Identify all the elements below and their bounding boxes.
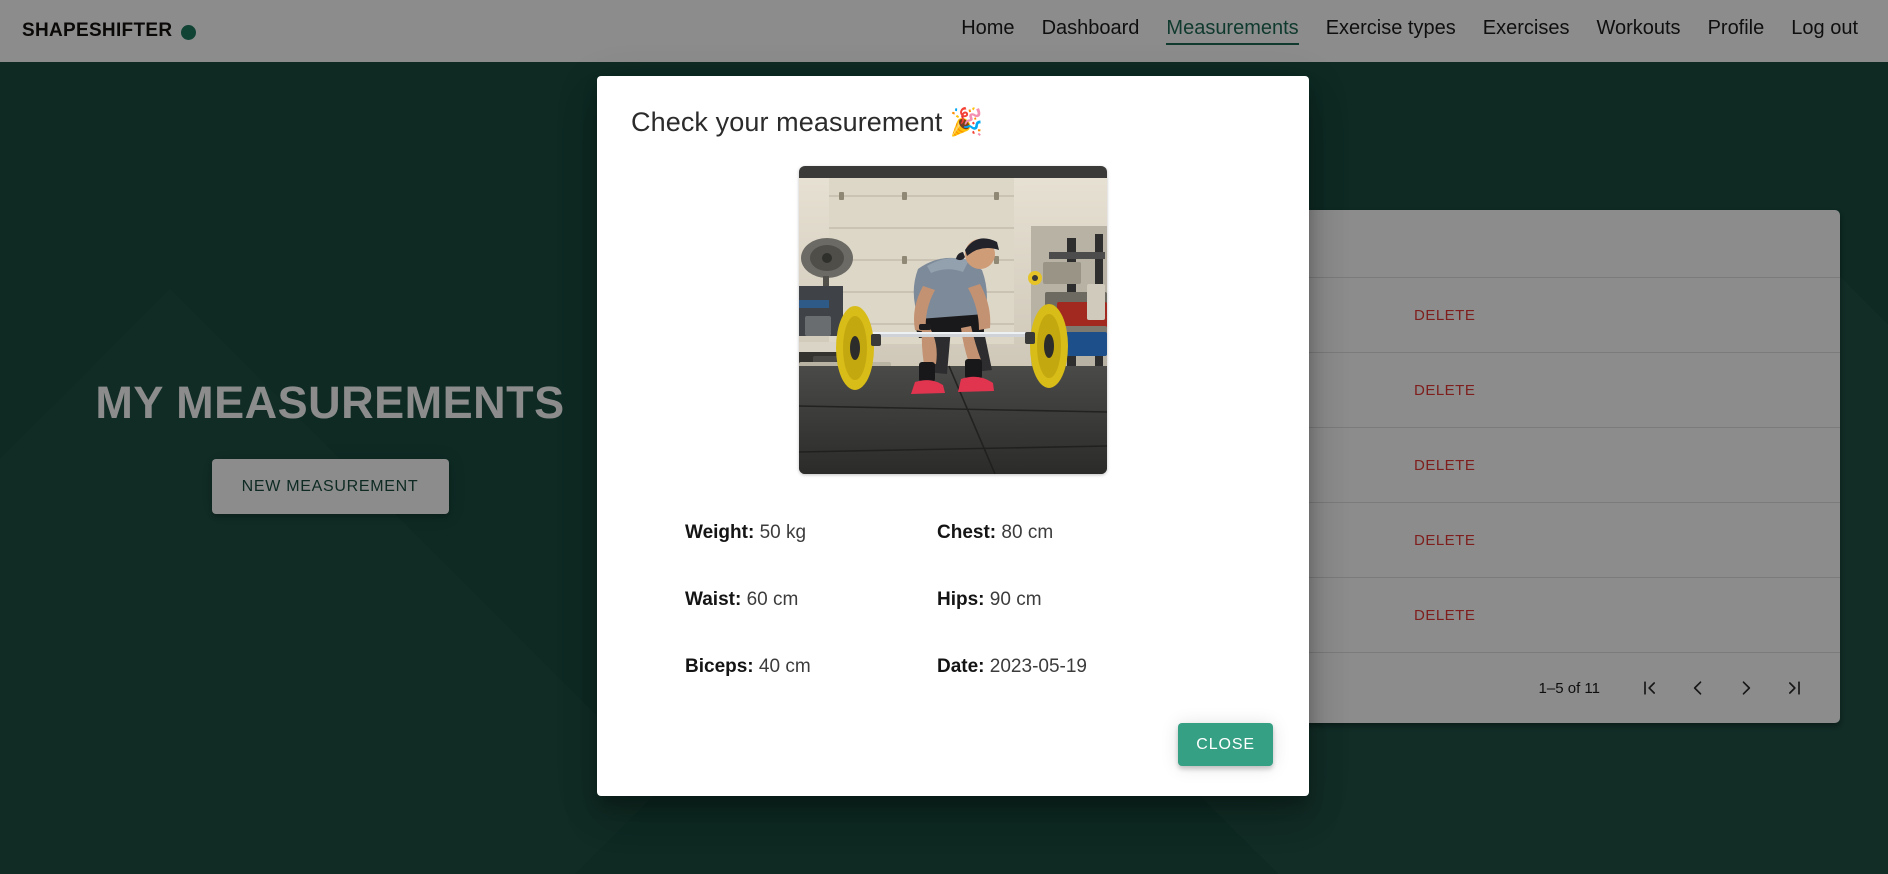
stat-weight-label: Weight:	[685, 522, 755, 543]
stat-hips-label: Hips:	[937, 589, 985, 610]
stat-chest-label: Chest:	[937, 522, 997, 543]
stat-biceps-label: Biceps:	[685, 656, 754, 677]
measurement-stats: Weight: 50 kg Chest: 80 cm Waist: 60 cm …	[631, 522, 1275, 678]
stat-waist-value: 60 cm	[746, 589, 799, 610]
stat-waist-label: Waist:	[685, 589, 742, 610]
stat-biceps: Biceps: 40 cm	[685, 656, 937, 678]
stat-hips-value: 90 cm	[989, 589, 1042, 610]
close-button[interactable]: CLOSE	[1178, 723, 1273, 766]
stat-date: Date: 2023-05-19	[937, 656, 1275, 678]
stat-date-label: Date:	[937, 656, 985, 677]
stat-hips: Hips: 90 cm	[937, 589, 1275, 611]
measurement-photo	[799, 166, 1107, 474]
stat-date-value: 2023-05-19	[989, 656, 1087, 677]
stat-waist: Waist: 60 cm	[685, 589, 937, 611]
measurement-detail-modal: Check your measurement 🎉 Weight: 50 kg C…	[597, 76, 1309, 796]
stat-weight-value: 50 kg	[759, 522, 807, 543]
modal-actions: CLOSE	[631, 723, 1275, 768]
stat-biceps-value: 40 cm	[758, 656, 811, 677]
stat-weight: Weight: 50 kg	[685, 522, 937, 544]
stat-chest-value: 80 cm	[1001, 522, 1054, 543]
app-root: SHAPESHIFTER Home Dashboard Measurements…	[0, 0, 1888, 874]
modal-photo-wrap	[631, 166, 1275, 474]
stat-chest: Chest: 80 cm	[937, 522, 1275, 544]
modal-title: Check your measurement 🎉	[631, 107, 984, 137]
